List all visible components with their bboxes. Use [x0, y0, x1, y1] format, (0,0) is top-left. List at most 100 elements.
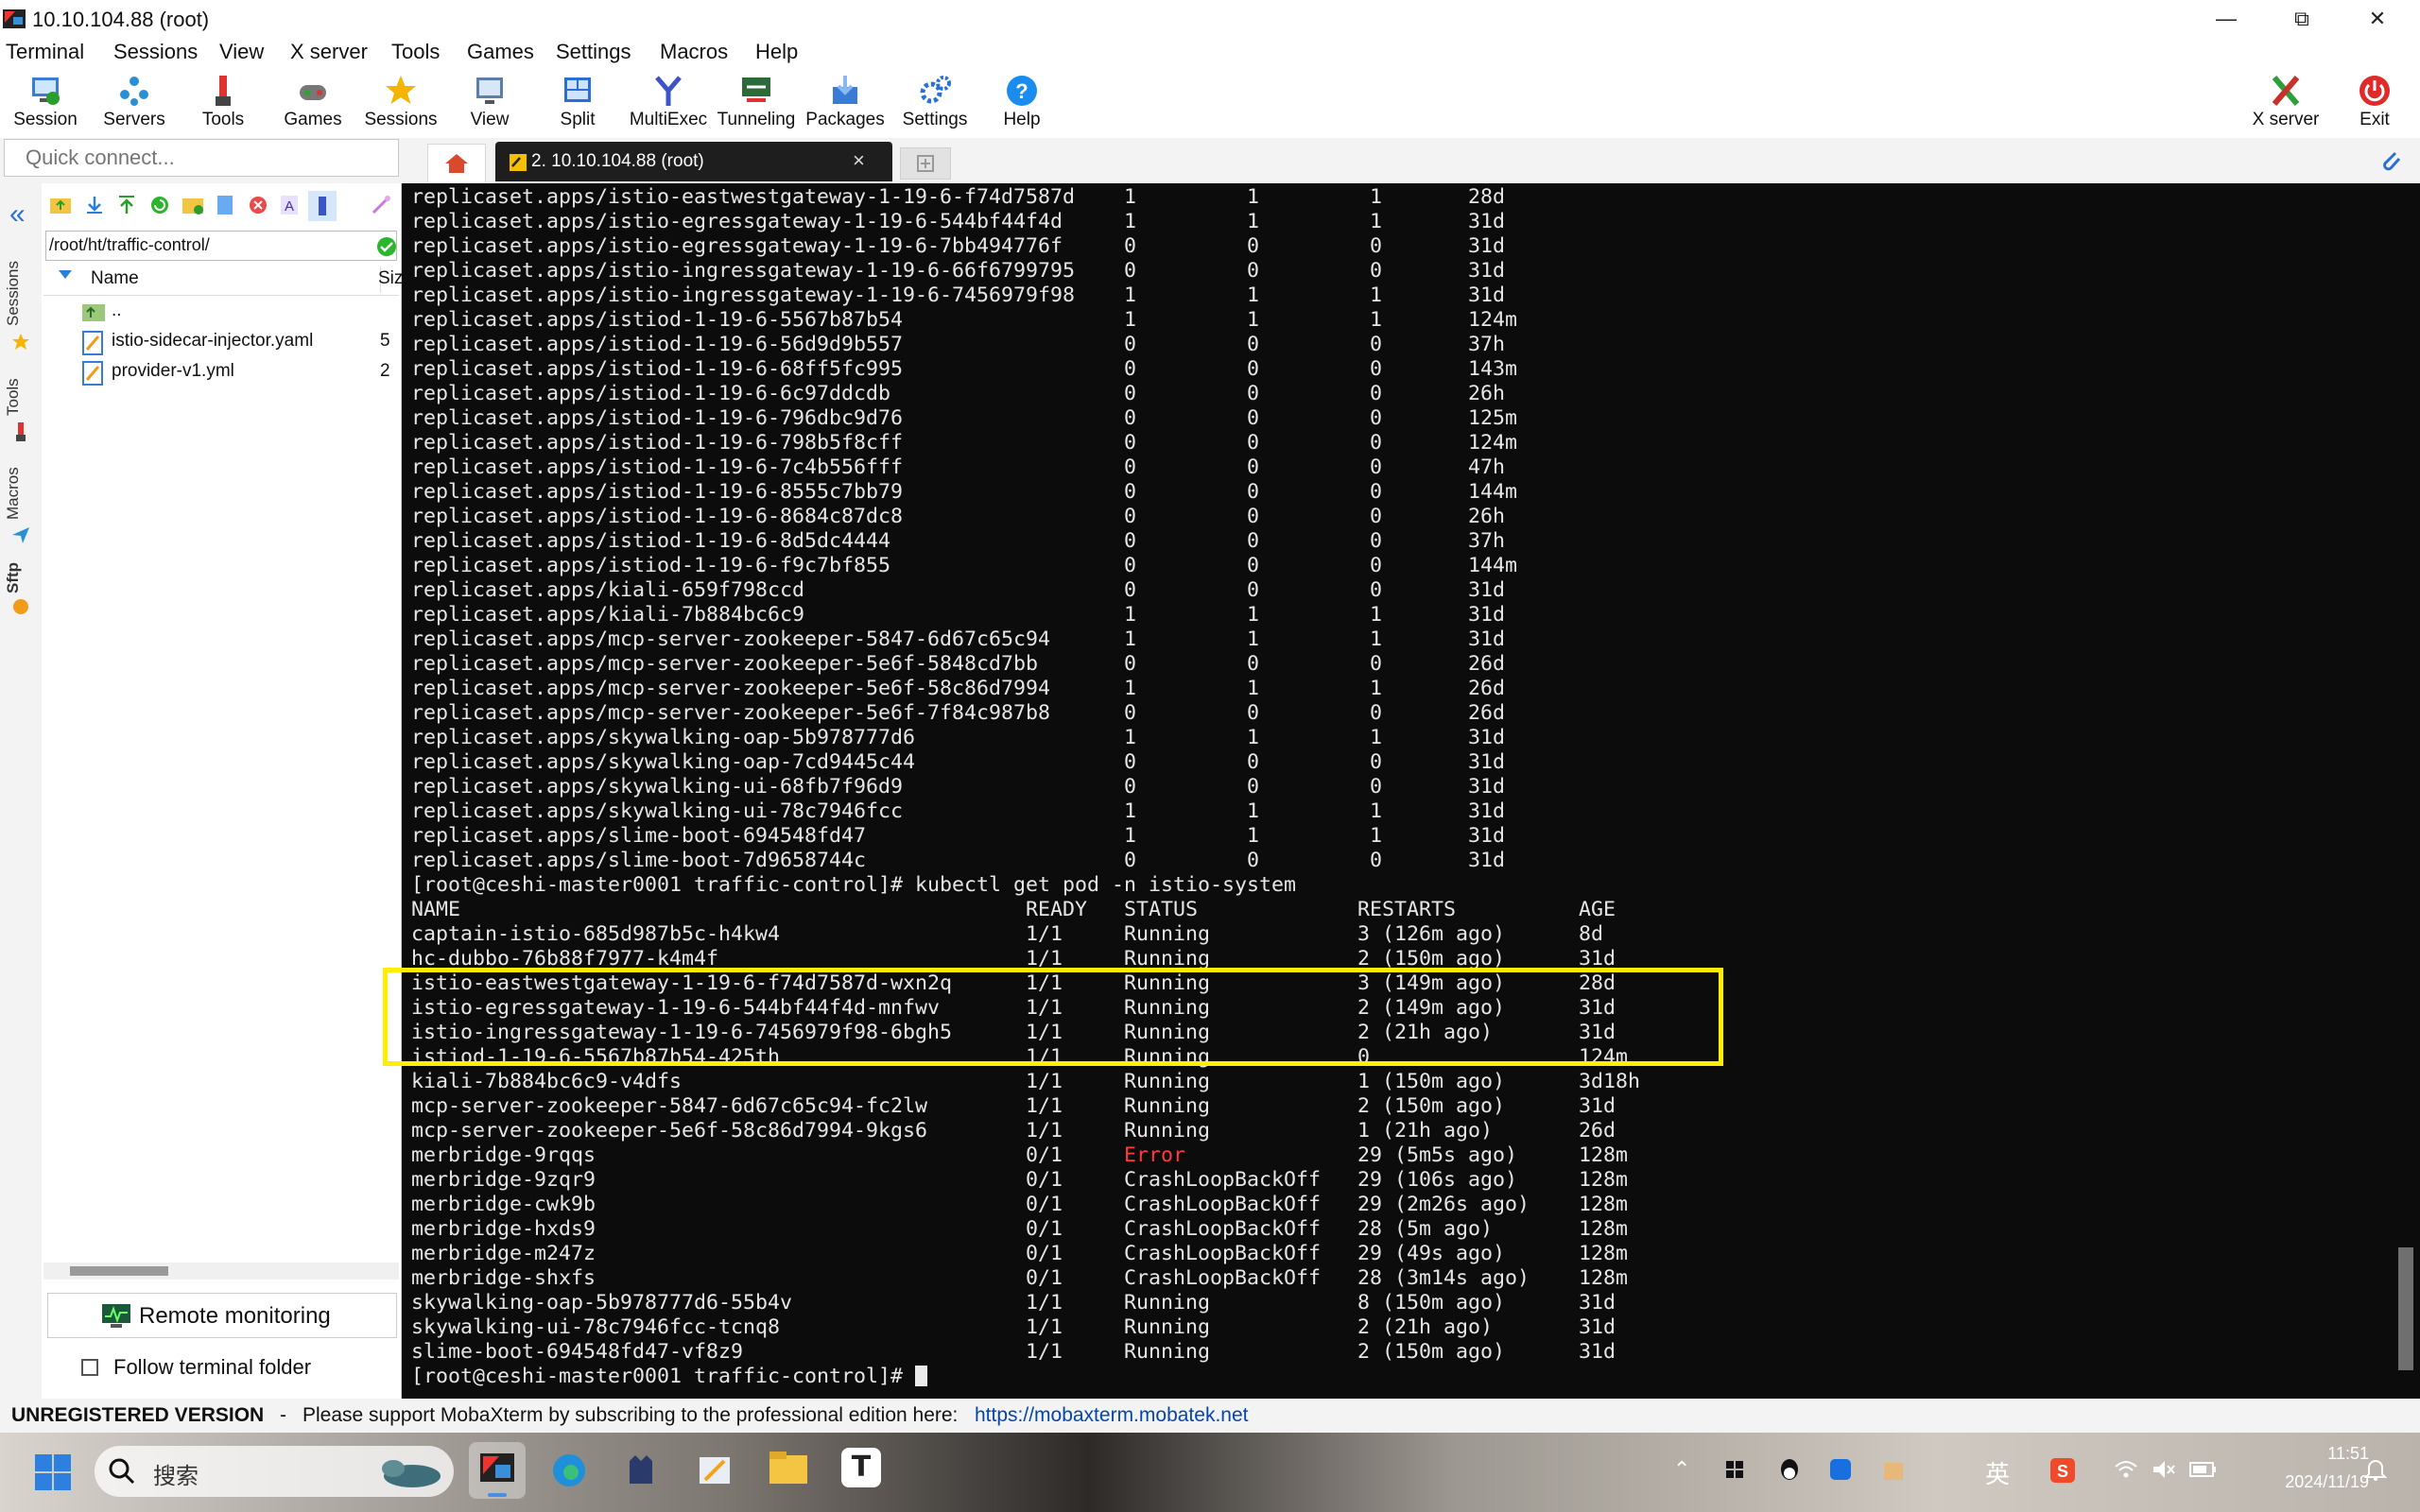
scrollbar-thumb[interactable]	[70, 1266, 168, 1276]
settings-button[interactable]: Settings	[892, 72, 977, 136]
tunneling-icon	[742, 77, 770, 102]
servers-button[interactable]: Servers	[91, 72, 178, 136]
rename-icon[interactable]: A	[280, 195, 299, 215]
sessions-button[interactable]: Sessions	[355, 72, 446, 136]
sogou-ime-icon[interactable]: S	[2049, 1457, 2076, 1484]
volume-muted-icon[interactable]	[2152, 1459, 2176, 1480]
menu-games[interactable]: Games	[467, 40, 534, 64]
file-row[interactable]: istio-sidecar-injector.yaml 5	[81, 329, 403, 359]
pod-status: CrashLoopBackOff	[1124, 1193, 1358, 1216]
view-button[interactable]: View	[450, 72, 529, 136]
menu-x-server[interactable]: X server	[290, 40, 368, 64]
terminal-scrollbar-thumb[interactable]	[2398, 1247, 2413, 1370]
sftp-icon	[13, 599, 28, 614]
menu-macros[interactable]: Macros	[660, 40, 728, 64]
macros-icon	[12, 527, 29, 543]
mobaxterm-link[interactable]: https://mobaxterm.mobatek.net	[975, 1404, 1248, 1427]
feishu-icon[interactable]	[1828, 1457, 1853, 1482]
menu-tools[interactable]: Tools	[391, 40, 440, 64]
side-tab-macros[interactable]: Macros	[4, 467, 23, 520]
typora-app-icon[interactable]: T	[841, 1448, 881, 1487]
tools-button[interactable]: Tools	[185, 72, 261, 136]
side-tab-tools[interactable]: Tools	[4, 378, 23, 416]
close-button[interactable]: ✕	[2340, 0, 2415, 38]
sftp-path-field[interactable]: /root/ht/traffic-control/	[45, 231, 397, 261]
terminal-follow-icon[interactable]	[308, 191, 337, 221]
gear-icon	[920, 76, 951, 104]
packages-button[interactable]: Packages	[800, 72, 890, 136]
menu-view[interactable]: View	[219, 40, 264, 64]
menu-terminal[interactable]: Terminal	[6, 40, 84, 64]
sort-arrow-icon[interactable]	[59, 270, 72, 279]
terminal-output[interactable]: replicaset.apps/istio-eastwestgateway-1-…	[411, 185, 1640, 1389]
terminal-line: skywalking-oap-5b978777d6-55b4v 1/1 Runn…	[411, 1291, 1616, 1314]
quick-connect-input[interactable]	[4, 139, 399, 177]
games-button[interactable]: Games	[270, 72, 355, 136]
download-icon[interactable]	[83, 195, 106, 215]
taskbar-mobaxterm[interactable]	[469, 1442, 526, 1499]
terminal-line: replicaset.apps/kiali-659f798ccd 0 0 0 3…	[411, 578, 1506, 602]
tools-wand-icon[interactable]	[371, 195, 391, 215]
exit-button[interactable]: Exit	[2335, 72, 2414, 136]
session-button[interactable]: Session	[0, 72, 91, 136]
app-cat-icon[interactable]	[622, 1452, 660, 1489]
terminal-scrollbar[interactable]	[2396, 183, 2420, 1399]
battery-icon[interactable]	[2189, 1459, 2218, 1480]
remote-monitoring-button[interactable]: Remote monitoring	[47, 1293, 397, 1338]
edge-browser-icon[interactable]	[550, 1452, 588, 1489]
clock-time[interactable]: 11:51	[2288, 1444, 2369, 1464]
terminal-line: replicaset.apps/istio-ingressgateway-1-1…	[411, 259, 1506, 283]
tray-app-icon[interactable]	[1724, 1459, 1745, 1480]
delete-icon[interactable]	[248, 195, 268, 215]
terminal-line: replicaset.apps/istio-egressgateway-1-19…	[411, 234, 1506, 258]
path-ok-icon[interactable]	[376, 236, 397, 257]
follow-terminal-folder[interactable]: Follow terminal folder	[47, 1351, 395, 1385]
terminal-line: replicaset.apps/istiod-1-19-6-796dbc9d76…	[411, 406, 1518, 430]
help-button[interactable]: ? Help	[979, 72, 1064, 136]
restore-button[interactable]: ⧉	[2264, 0, 2340, 38]
new-file-icon[interactable]	[216, 195, 234, 215]
menu-settings[interactable]: Settings	[556, 40, 631, 64]
upload-icon[interactable]	[115, 195, 138, 215]
new-folder-icon[interactable]	[182, 195, 204, 215]
multiexec-button[interactable]: MultiExec	[624, 72, 713, 136]
qq-icon[interactable]	[1777, 1457, 1802, 1482]
wifi-icon[interactable]	[2114, 1459, 2138, 1480]
new-tab-button[interactable]	[900, 147, 951, 180]
terminal-line: replicaset.apps/skywalking-oap-7cd9445c4…	[411, 750, 1506, 774]
tab-session-label: 2. 10.10.104.88 (root)	[531, 151, 704, 171]
column-size[interactable]: Siz	[378, 268, 403, 289]
cat-tray-icon[interactable]	[1881, 1457, 1906, 1482]
taskbar-search-box[interactable]: 搜索	[95, 1446, 454, 1497]
split-button[interactable]: Split	[535, 72, 620, 136]
tunneling-button[interactable]: Tunneling	[713, 72, 800, 136]
x-server-button[interactable]: X server	[2240, 72, 2331, 136]
editor-app-icon[interactable]	[696, 1452, 734, 1489]
yaml-file-icon	[82, 361, 103, 386]
home-tab[interactable]	[427, 144, 486, 182]
follow-terminal-checkbox[interactable]	[81, 1359, 98, 1376]
parent-folder-icon[interactable]	[49, 195, 72, 215]
attachment-icon[interactable]	[2377, 147, 2403, 174]
windows-start-icon[interactable]	[34, 1453, 72, 1491]
file-row[interactable]: provider-v1.yml 2	[81, 359, 403, 389]
side-tab-sessions[interactable]: Sessions	[4, 261, 23, 326]
column-name[interactable]: Name	[91, 268, 139, 289]
pod-status: CrashLoopBackOff	[1124, 1242, 1358, 1265]
ime-indicator[interactable]: 英	[1985, 1455, 2010, 1490]
sftp-horizontal-scrollbar[interactable]	[43, 1263, 399, 1280]
tab-close-icon[interactable]: ×	[853, 148, 865, 173]
minimize-button[interactable]: —	[2188, 0, 2264, 38]
menu-help[interactable]: Help	[755, 40, 798, 64]
notification-bell-icon[interactable]	[2363, 1457, 2388, 1482]
terminal-line: replicaset.apps/istiod-1-19-6-5567b87b54…	[411, 308, 1518, 332]
refresh-icon[interactable]	[149, 195, 170, 215]
collapse-sidebar-icon[interactable]: «	[9, 198, 26, 231]
file-explorer-icon[interactable]	[768, 1450, 809, 1487]
clock-date[interactable]: 2024/11/19	[2237, 1472, 2369, 1492]
side-tab-sftp[interactable]: Sftp	[4, 562, 23, 593]
tray-overflow-icon[interactable]: ⌃	[1673, 1457, 1690, 1482]
menu-sessions[interactable]: Sessions	[113, 40, 198, 64]
file-row-parent[interactable]: ..	[81, 299, 403, 329]
session-icon	[32, 77, 60, 105]
